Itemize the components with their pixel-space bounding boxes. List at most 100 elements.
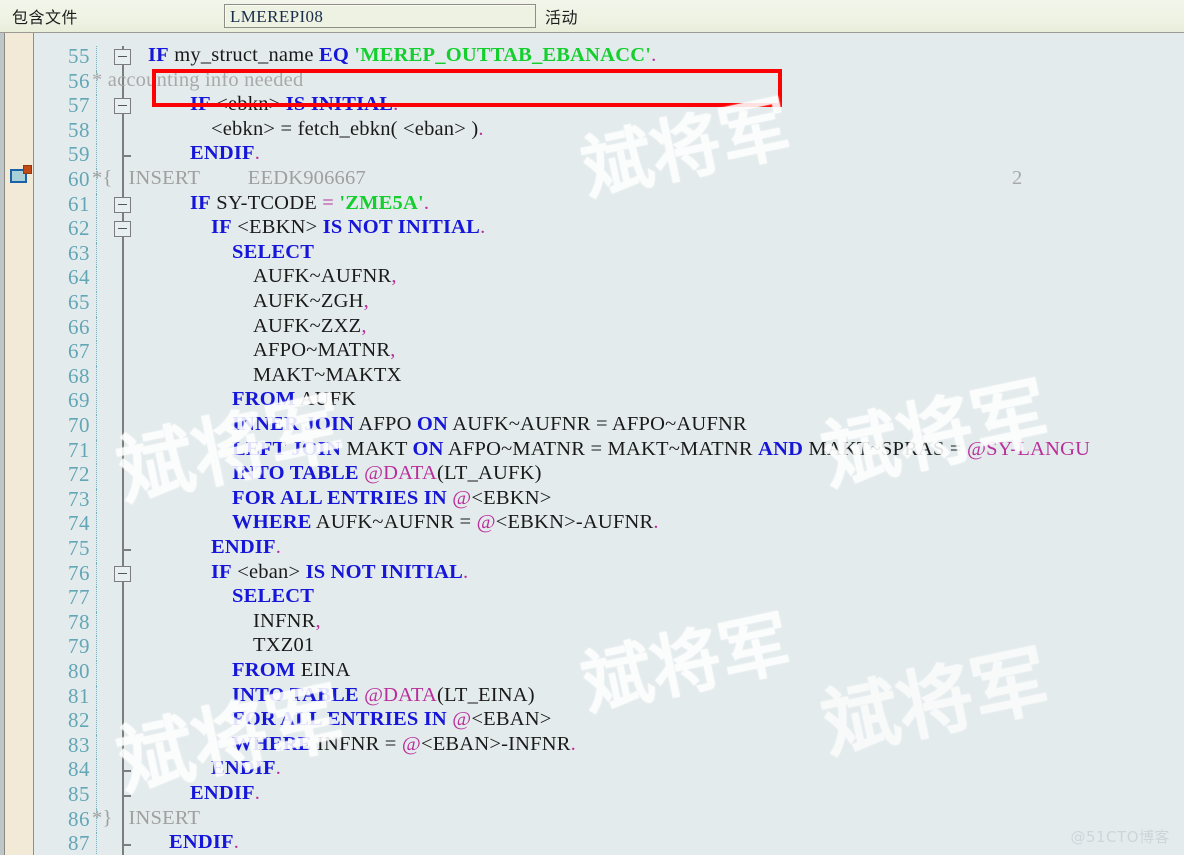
code-line[interactable]: 71 LEFT JOIN MAKT ON AFPO~MATNR = MAKT~MA… [0,437,1184,465]
line-number: 74 [68,511,90,536]
gutter-dotted-line [96,439,98,465]
fold-collapse-icon[interactable] [114,98,131,115]
insert-sequence-number: 2 [1012,167,1023,189]
code-line[interactable]: 85 ENDIF. [0,782,1184,809]
line-number: 56 [68,68,90,93]
code-line[interactable]: 56 * accounting info needed [0,68,1184,96]
code-line[interactable]: 63 SELECT [0,240,1184,268]
code-text: INFNR, [253,609,321,632]
code-text: FROM EINA [232,659,351,681]
top-toolbar: 包含文件 LMEREPI08 活动 [0,0,1184,33]
gutter-dotted-line [96,341,98,366]
code-text: IF my_struct_name EQ 'MEREP_OUTTAB_EBANA… [148,44,657,66]
code-text: INTO TABLE @DATA(LT_EINA) [232,683,535,706]
line-number: 85 [68,782,90,806]
code-text: WHERE AUFK~AUFNR = @<EBKN>-AUFNR. [232,511,659,534]
fold-collapse-icon[interactable] [114,49,131,65]
code-line[interactable]: 83 WHERE INFNR = @<EBAN>-INFNR. [0,732,1184,760]
code-line[interactable]: 61 IF SY-TCODE = 'ZME5A'. [0,192,1184,219]
gutter-dotted-line [96,587,98,612]
line-number: 83 [68,732,90,757]
gutter-dotted-line [96,95,98,120]
code-line[interactable]: 77 SELECT [0,585,1184,612]
gutter-dotted-line [96,316,98,342]
fold-end-tick [122,844,131,847]
code-text: SELECT [232,240,315,263]
code-line[interactable]: 66 AUFK~ZXZ, [0,314,1184,342]
fold-collapse-icon[interactable] [114,221,131,238]
gutter-dotted-line [96,611,98,637]
fold-stem [122,119,124,145]
fold-collapse-icon[interactable] [114,196,131,213]
code-line[interactable]: 86 *} INSERT [0,806,1184,834]
code-line[interactable]: 79 TXZ01 [0,634,1184,661]
line-number: 68 [68,363,90,388]
fold-stem [122,636,124,661]
code-text: MAKT~MAKTX [253,363,402,386]
code-line[interactable]: 67 AFPO~MATNR, [0,339,1184,366]
fold-end-tick [122,549,131,551]
code-line[interactable]: 55 IF my_struct_name EQ 'MEREP_OUTTAB_EBA… [0,44,1184,71]
code-line[interactable]: 78 INFNR, [0,609,1184,637]
gutter-dotted-line [96,661,98,686]
code-line[interactable]: 87 ENDIF. [0,831,1184,855]
code-text: IF <eban> IS NOT INITIAL. [211,560,469,583]
code-text: ENDIF. [211,757,282,780]
line-number: 73 [68,486,90,511]
code-line[interactable]: 82 FOR ALL ENTRIES IN @<EBAN> [0,708,1184,735]
line-number: 59 [68,142,90,167]
line-number: 60 [68,167,90,191]
code-text: TXZ01 [253,634,315,657]
fold-stem [122,734,124,760]
gutter-dotted-line [96,488,98,514]
code-line[interactable]: 75 ENDIF. [0,536,1184,563]
gutter-dotted-line [96,513,98,538]
line-number: 71 [68,437,90,462]
code-line[interactable]: 64 AUFK~AUFNR, [0,265,1184,292]
code-line[interactable]: 70 INNER JOIN AFPO ON AUFK~AUFNR = AFPO~A… [0,413,1184,440]
fold-collapse-icon[interactable] [114,565,131,582]
code-line[interactable]: 76 IF <eban> IS NOT INITIAL. [0,560,1184,588]
code-line[interactable]: 58 <ebkn> = fetch_ebkn( <eban> ). [0,117,1184,145]
code-line[interactable]: 65 AUFK~ZGH, [0,290,1184,317]
fold-stem [122,685,124,711]
line-number: 78 [68,609,90,634]
line-number: 80 [68,659,90,683]
code-line[interactable]: 60 *{ INSERT EEDK906667 2 [0,167,1184,194]
line-number: 70 [68,413,90,437]
line-number: 84 [68,757,90,782]
code-line[interactable]: 62 IF <EBKN> IS NOT INITIAL. [0,216,1184,243]
fold-stem [122,464,124,489]
code-line[interactable]: 59 ENDIF. [0,142,1184,169]
code-line[interactable]: 68 MAKT~MAKTX [0,363,1184,391]
code-line[interactable]: 57 IF <ebkn> IS INITIAL. [0,93,1184,120]
code-text: AUFK~ZXZ, [253,314,367,337]
program-name-input[interactable]: LMEREPI08 [224,4,536,28]
code-text: *} INSERT [92,806,201,829]
code-line[interactable]: 73 FOR ALL ENTRIES IN @<EBKN> [0,486,1184,514]
program-name-value: LMEREPI08 [230,7,324,26]
code-line[interactable]: 72 INTO TABLE @DATA(LT_AUFK) [0,462,1184,489]
line-number: 87 [68,831,90,855]
line-number: 57 [68,93,90,118]
code-line[interactable]: 80 FROM EINA [0,659,1184,686]
gutter-dotted-line [96,833,98,855]
code-text: INNER JOIN AFPO ON AUFK~AUFNR = AFPO~AUF… [232,413,747,435]
fold-stem [122,341,124,366]
gutter-dotted-line [96,218,98,243]
gutter-dotted-line [96,464,98,489]
gutter-dotted-line [96,267,98,292]
line-number: 79 [68,634,90,659]
gutter-dotted-line [96,415,98,440]
fold-stem [122,439,124,465]
line-number: 77 [68,585,90,610]
code-line[interactable]: 69 FROM AUFK [0,388,1184,415]
code-text: * accounting info needed [92,68,304,91]
code-line[interactable]: 74 WHERE AUFK~AUFNR = @<EBKN>-AUFNR. [0,511,1184,538]
line-number: 81 [68,683,90,708]
code-line[interactable]: 84 ENDIF. [0,757,1184,784]
code-text: ENDIF. [211,536,282,558]
code-text: <ebkn> = fetch_ebkn( <eban> ). [211,117,484,140]
code-line[interactable]: 81 INTO TABLE @DATA(LT_EINA) [0,683,1184,711]
code-editor[interactable]: 55 IF my_struct_name EQ 'MEREP_OUTTAB_EBA… [0,33,1184,855]
